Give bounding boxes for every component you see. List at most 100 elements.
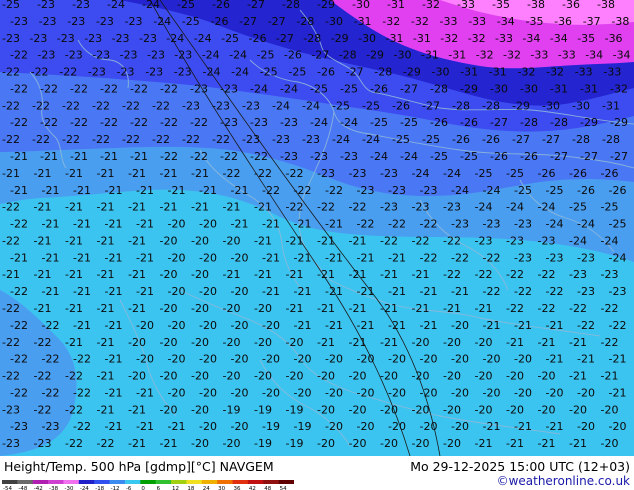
- temperature-label: -34: [550, 32, 568, 45]
- temperature-label: -21: [97, 370, 115, 383]
- temperature-label: -21: [97, 234, 115, 247]
- temperature-label: -23: [242, 99, 260, 112]
- temperature-label: -23: [310, 150, 328, 163]
- temperature-label: -19: [286, 403, 304, 416]
- temperature-label: -23: [120, 49, 138, 62]
- temperature-label: -20: [262, 386, 280, 399]
- temperature-label: -22: [2, 302, 20, 315]
- temperature-label: -21: [380, 302, 398, 315]
- temperature-label: -32: [422, 0, 440, 11]
- temperature-label: -25: [221, 32, 239, 45]
- color-legend: -54 -48 -42 -38 -30 -24 -18 -12 -6 0 6 12 18 24 30 36 42…: [2, 480, 294, 490]
- temperature-label: -21: [609, 353, 627, 366]
- temperature-label: -22: [294, 184, 312, 197]
- temperature-label: -20: [325, 353, 343, 366]
- map-canvas: -25 -23 -23 -24 -24 -25 -26 -27 -28 -29 -30 -31 -32-…: [0, 0, 634, 456]
- temperature-label: -21: [538, 336, 556, 349]
- temperature-label: -21: [231, 184, 249, 197]
- temperature-label: -24: [400, 150, 418, 163]
- temperature-label: -20: [191, 403, 209, 416]
- temperature-label: -20: [223, 302, 241, 315]
- temperature-label: -22: [601, 336, 619, 349]
- temperature-label: -22: [577, 319, 595, 332]
- temperature-label: -35: [577, 32, 595, 45]
- temperature-label: -22: [34, 403, 52, 416]
- temperature-label: -23: [10, 15, 28, 28]
- temperature-label: -21: [65, 167, 83, 180]
- temperature-label: -21: [451, 285, 469, 298]
- temperature-label: -25: [400, 116, 418, 129]
- temperature-label: -23: [96, 15, 114, 28]
- temperature-label: -25: [362, 99, 380, 112]
- temperature-label: -21: [294, 319, 312, 332]
- temperature-label: -26: [370, 82, 388, 95]
- temperature-label: -21: [349, 268, 367, 281]
- temperature-label: -32: [411, 15, 429, 28]
- temperature-label: -24: [601, 234, 619, 247]
- temperature-label: -21: [388, 319, 406, 332]
- temperature-label: -20: [601, 437, 619, 450]
- temperature-label: -20: [160, 302, 178, 315]
- temperature-label: -20: [388, 420, 406, 433]
- temperature-label: -21: [601, 370, 619, 383]
- temperature-label: -21: [34, 201, 52, 214]
- temperature-label: -22: [601, 302, 619, 315]
- temperature-label: -25: [601, 201, 619, 214]
- temperature-label: -22: [70, 116, 88, 129]
- temperature-label: -21: [128, 437, 146, 450]
- temperature-label: -33: [558, 49, 576, 62]
- temperature-label: -21: [42, 184, 60, 197]
- temperature-label: -25: [288, 66, 306, 79]
- temperature-label: -29: [403, 66, 421, 79]
- temperature-label: -27: [346, 66, 364, 79]
- temperature-label: -21: [136, 285, 154, 298]
- temperature-label: -20: [231, 251, 249, 264]
- temperature-label: -21: [65, 201, 83, 214]
- temperature-label: -26: [569, 167, 587, 180]
- temperature-label: -20: [388, 353, 406, 366]
- temperature-label: -22: [2, 234, 20, 247]
- temperature-label: -21: [420, 319, 438, 332]
- temperature-label: -21: [349, 336, 367, 349]
- temperature-label: -25: [609, 218, 627, 231]
- legend-tick-label: -12: [111, 486, 120, 490]
- temperature-label: -21: [2, 268, 20, 281]
- temperature-label: -21: [254, 268, 272, 281]
- temperature-label: -23: [357, 184, 375, 197]
- temperature-label: -21: [349, 234, 367, 247]
- temperature-label: -26: [482, 133, 500, 146]
- temperature-label: -36: [562, 0, 580, 11]
- temperature-label: -21: [10, 184, 28, 197]
- temperature-label: -34: [522, 32, 540, 45]
- temperature-label: -22: [443, 268, 461, 281]
- temperature-label: -23: [212, 99, 230, 112]
- temperature-label: -31: [489, 66, 507, 79]
- site-credit[interactable]: ©weatheronline.co.uk: [497, 474, 630, 488]
- temperature-label: -22: [122, 133, 140, 146]
- temperature-label: -22: [130, 82, 148, 95]
- temperature-label: -20: [191, 437, 209, 450]
- temperature-label: -22: [10, 386, 28, 399]
- legend-tick-label: 36: [234, 486, 241, 490]
- temperature-label: -22: [70, 82, 88, 95]
- temperature-label: -27: [512, 133, 530, 146]
- legend-swatch: [109, 480, 126, 484]
- temperature-label: -22: [546, 285, 564, 298]
- temperature-label: -21: [10, 150, 28, 163]
- temperature-label: -27: [490, 116, 508, 129]
- temperature-label: -20: [191, 302, 209, 315]
- temperature-label: -25: [2, 0, 20, 11]
- temperature-label: -21: [577, 353, 595, 366]
- temperature-label: -26: [577, 184, 595, 197]
- temperature-label: -25: [460, 150, 478, 163]
- temperature-label: -23: [190, 82, 208, 95]
- temperature-label: -24: [538, 201, 556, 214]
- temperature-label: -23: [39, 15, 57, 28]
- temperature-label: -21: [475, 437, 493, 450]
- temperature-label: -20: [451, 353, 469, 366]
- temperature-label: -22: [223, 167, 241, 180]
- temperature-label: -21: [105, 319, 123, 332]
- temperature-label: -22: [380, 234, 398, 247]
- temperature-label: -32: [468, 32, 486, 45]
- temperature-label: -20: [199, 319, 217, 332]
